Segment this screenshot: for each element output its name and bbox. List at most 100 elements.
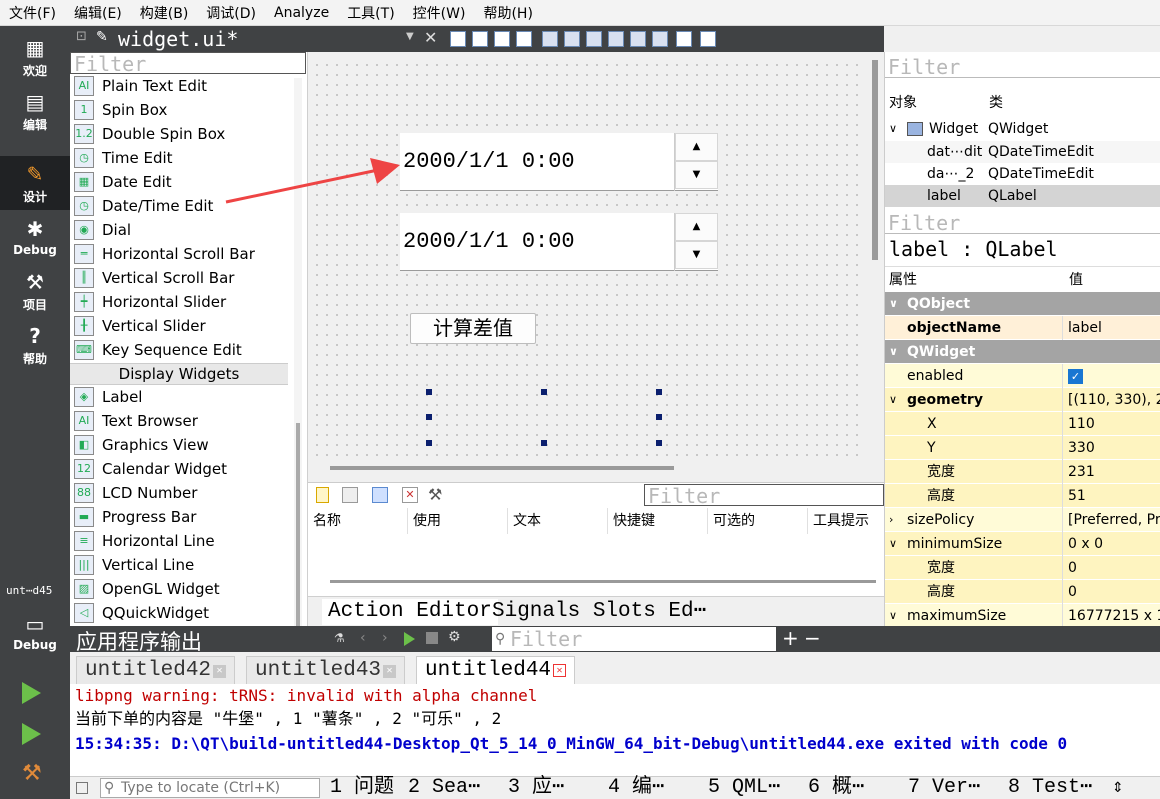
- widget-item[interactable]: ║ Vertical Scroll Bar: [70, 266, 288, 290]
- datetime-edit-1[interactable]: 2000/1/1 0:00 ▲ ▼: [400, 133, 718, 191]
- mode-design[interactable]: ✎ 设计: [0, 156, 70, 210]
- property-row[interactable]: X 110: [885, 412, 1160, 436]
- canvas-v-scrollbar[interactable]: [872, 60, 878, 260]
- edit-widgets-icon[interactable]: [450, 31, 466, 47]
- widget-item[interactable]: ◁ QQuickWidget: [70, 601, 288, 625]
- mode-debug[interactable]: ✱ Debug: [0, 211, 70, 265]
- spin-up-icon[interactable]: ▲: [675, 133, 718, 161]
- widget-item[interactable]: 12 Calendar Widget: [70, 457, 288, 481]
- widget-filter-input[interactable]: Filter: [70, 52, 306, 75]
- property-value[interactable]: 110: [1064, 412, 1160, 436]
- splitter-vertical-icon[interactable]: [608, 31, 624, 47]
- configure-wrench-icon[interactable]: ⚒: [428, 485, 442, 504]
- splitter-horizontal-icon[interactable]: [586, 31, 602, 47]
- property-value[interactable]: 0: [1064, 580, 1160, 604]
- mode-project[interactable]: ⚒ 项目: [0, 264, 70, 318]
- widget-item[interactable]: ◉ Dial: [70, 218, 288, 242]
- col-tooltip[interactable]: 工具提示: [808, 508, 884, 534]
- run-icon[interactable]: [22, 682, 41, 704]
- output-tab-untitled42[interactable]: untitled42 ✕: [76, 656, 236, 684]
- output-filter-input[interactable]: ⚲ Filter: [492, 627, 776, 651]
- property-value[interactable]: [1064, 292, 1160, 316]
- dropdown-arrow-icon[interactable]: ▼: [406, 31, 414, 42]
- menu-file[interactable]: 文件(F): [0, 3, 65, 23]
- menu-tools[interactable]: 工具(T): [338, 3, 403, 23]
- rerun-icon[interactable]: [404, 632, 415, 646]
- datetime-edit-2[interactable]: 2000/1/1 0:00 ▲ ▼: [400, 213, 718, 271]
- object-row-label[interactable]: label QLabel: [885, 185, 1160, 207]
- clean-icon[interactable]: ⚗: [334, 631, 345, 645]
- property-filter-input[interactable]: Filter: [885, 212, 1160, 234]
- document-title[interactable]: widget.ui*: [118, 27, 238, 51]
- selection-handle[interactable]: [656, 414, 662, 420]
- layout-horizontal-icon[interactable]: [542, 31, 558, 47]
- property-value[interactable]: 330: [1064, 436, 1160, 460]
- spin-down-icon[interactable]: ▼: [675, 241, 718, 269]
- widget-item[interactable]: ◈ Label: [70, 385, 288, 409]
- property-value[interactable]: 51: [1064, 484, 1160, 508]
- output-tab-untitled44[interactable]: untitled44 ✕: [416, 656, 576, 684]
- col-shortcut[interactable]: 快捷键: [608, 508, 708, 534]
- mode-edit[interactable]: ▤ 编辑: [0, 84, 70, 138]
- property-row[interactable]: 高度 0: [885, 580, 1160, 604]
- menu-help[interactable]: 帮助(H): [474, 3, 541, 23]
- property-value[interactable]: ✓: [1064, 364, 1160, 388]
- pane-issues[interactable]: 1 问题: [330, 777, 394, 799]
- collapse-icon[interactable]: ∨: [889, 118, 897, 140]
- menu-analyze[interactable]: Analyze: [265, 5, 338, 21]
- prev-icon[interactable]: ‹: [360, 630, 366, 646]
- selection-handle[interactable]: [426, 440, 432, 446]
- property-value[interactable]: 16777215 x 1: [1064, 604, 1160, 628]
- pane-search[interactable]: 2 Sea⋯: [408, 777, 480, 799]
- adjust-size-icon[interactable]: [700, 31, 716, 47]
- spin-down-icon[interactable]: ▼: [675, 161, 718, 189]
- selection-handle[interactable]: [656, 389, 662, 395]
- close-tab-icon[interactable]: ✕: [213, 665, 227, 678]
- selection-handle[interactable]: [541, 440, 547, 446]
- property-row[interactable]: ∨ geometry [(110, 330), 2: [885, 388, 1160, 412]
- object-filter-input[interactable]: Filter: [885, 56, 1160, 78]
- zoom-out-icon[interactable]: −: [804, 626, 821, 650]
- property-row[interactable]: enabled ✓: [885, 364, 1160, 388]
- debug-run-icon[interactable]: [22, 723, 41, 745]
- property-row[interactable]: ∨ maximumSize 16777215 x 1: [885, 604, 1160, 628]
- widget-item[interactable]: 88 LCD Number: [70, 481, 288, 505]
- close-document-icon[interactable]: ✕: [424, 28, 437, 47]
- mode-welcome[interactable]: ▦ 欢迎: [0, 30, 70, 84]
- canvas-h-scrollbar[interactable]: [330, 466, 674, 470]
- widget-item[interactable]: AI Text Browser: [70, 409, 288, 433]
- tab-signals-slots[interactable]: Signals Slots Ed⋯: [492, 599, 706, 625]
- property-row[interactable]: 高度 51: [885, 484, 1160, 508]
- new-action-icon[interactable]: [316, 487, 329, 503]
- property-value[interactable]: [1064, 340, 1160, 364]
- pane-general[interactable]: 6 概⋯: [808, 777, 864, 799]
- property-value[interactable]: [Preferred, Pr: [1064, 508, 1160, 532]
- layout-vertical-icon[interactable]: [564, 31, 580, 47]
- property-row[interactable]: ∨ minimumSize 0 x 0: [885, 532, 1160, 556]
- copy-action-icon[interactable]: [342, 487, 358, 503]
- edit-buddies-icon[interactable]: [494, 31, 510, 47]
- output-tab-untitled43[interactable]: untitled43 ✕: [246, 656, 406, 684]
- object-row-datetime2[interactable]: da⋯_2 QDateTimeEdit: [885, 163, 1160, 185]
- col-name[interactable]: 名称: [308, 508, 408, 534]
- widget-item[interactable]: ◧ Graphics View: [70, 433, 288, 457]
- widget-item[interactable]: ▬ Progress Bar: [70, 505, 288, 529]
- menu-debug[interactable]: 调试(D): [197, 3, 265, 23]
- category-display-widgets[interactable]: Display Widgets: [70, 363, 288, 385]
- toggle-sidebar-icon[interactable]: [76, 782, 88, 794]
- tab-action-editor[interactable]: Action Editor: [322, 599, 498, 625]
- pane-app-output[interactable]: 3 应⋯: [508, 777, 564, 799]
- pane-version[interactable]: 7 Ver⋯: [908, 777, 980, 799]
- close-tab-icon[interactable]: ✕: [553, 664, 567, 677]
- pane-qml[interactable]: 5 QML⋯: [708, 777, 780, 799]
- layout-form-icon[interactable]: [652, 31, 668, 47]
- selection-handle[interactable]: [426, 414, 432, 420]
- selection-handle[interactable]: [656, 440, 662, 446]
- panes-menu-icon[interactable]: ⇕: [1112, 777, 1124, 799]
- action-filter-input[interactable]: Filter: [644, 484, 884, 507]
- build-hammer-icon[interactable]: ⚒: [22, 761, 42, 786]
- widget-item[interactable]: ≡ Horizontal Line: [70, 529, 288, 553]
- selection-handle[interactable]: [541, 389, 547, 395]
- property-value[interactable]: [(110, 330), 2: [1064, 388, 1160, 412]
- widget-item[interactable]: 1 Spin Box: [70, 98, 288, 122]
